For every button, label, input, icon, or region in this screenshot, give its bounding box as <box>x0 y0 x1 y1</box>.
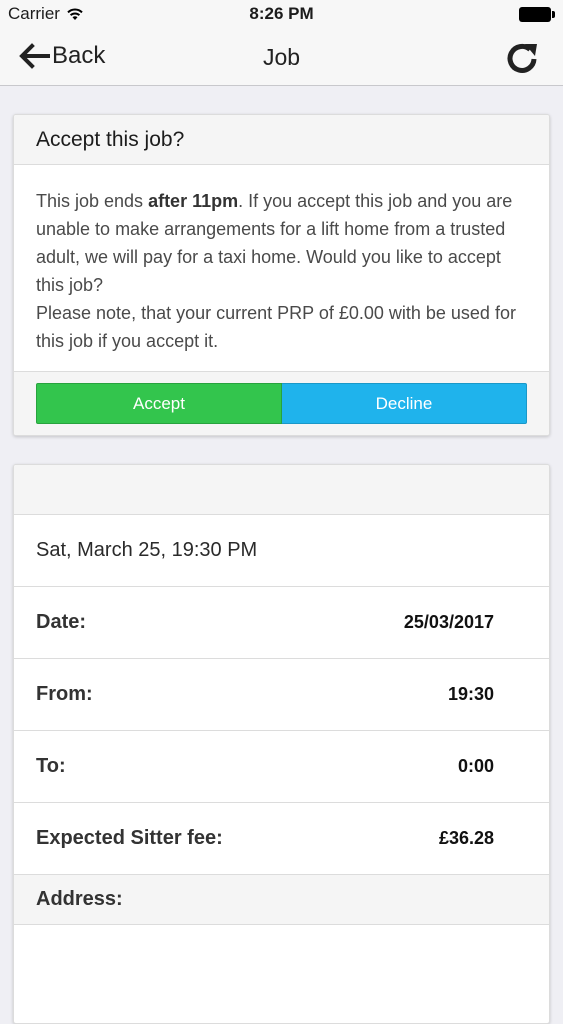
navigation-bar: Back Job <box>0 30 563 86</box>
detail-row-from: From: 19:30 <box>14 659 549 731</box>
job-datetime: Sat, March 25, 19:30 PM <box>36 539 258 561</box>
body-text-bold: after 11pm <box>148 191 239 211</box>
detail-row-to: To: 0:00 <box>14 731 549 803</box>
detail-row-date: Date: 25/03/2017 <box>14 587 549 659</box>
refresh-button[interactable] <box>503 40 541 81</box>
from-value: 19:30 <box>447 684 494 704</box>
accept-button[interactable]: Accept <box>36 383 282 424</box>
fee-label: Expected Sitter fee: <box>36 827 223 849</box>
body-text-prefix: This job ends <box>36 191 149 211</box>
page-title: Job <box>262 44 301 70</box>
fee-value: £36.28 <box>438 828 494 848</box>
refresh-icon <box>507 43 537 73</box>
accept-card-actions: Accept Decline <box>14 371 549 435</box>
status-bar: Carrier 8:26 PM <box>0 0 563 30</box>
address-body <box>14 925 549 1005</box>
accept-card-title: Accept this job? <box>14 115 549 165</box>
status-time: 8:26 PM <box>249 4 314 23</box>
accept-card-body: This job ends after 11pm. If you accept … <box>14 165 549 371</box>
datetime-row: Sat, March 25, 19:30 PM <box>14 515 549 587</box>
to-label: To: <box>36 755 66 777</box>
job-details-card: Sat, March 25, 19:30 PM Date: 25/03/2017… <box>13 464 550 1024</box>
decline-button[interactable]: Decline <box>282 383 527 424</box>
details-header <box>14 465 549 515</box>
address-label: Address: <box>14 875 549 925</box>
detail-row-fee: Expected Sitter fee: £36.28 <box>14 803 549 875</box>
date-label: Date: <box>36 611 87 633</box>
body-note: Please note, that your current PRP of £0… <box>36 303 516 351</box>
to-value: 0:00 <box>457 756 494 776</box>
date-value: 25/03/2017 <box>403 612 494 632</box>
from-label: From: <box>36 683 93 705</box>
battery-icon <box>519 7 555 22</box>
accept-job-card: Accept this job? This job ends after 11p… <box>13 114 550 436</box>
